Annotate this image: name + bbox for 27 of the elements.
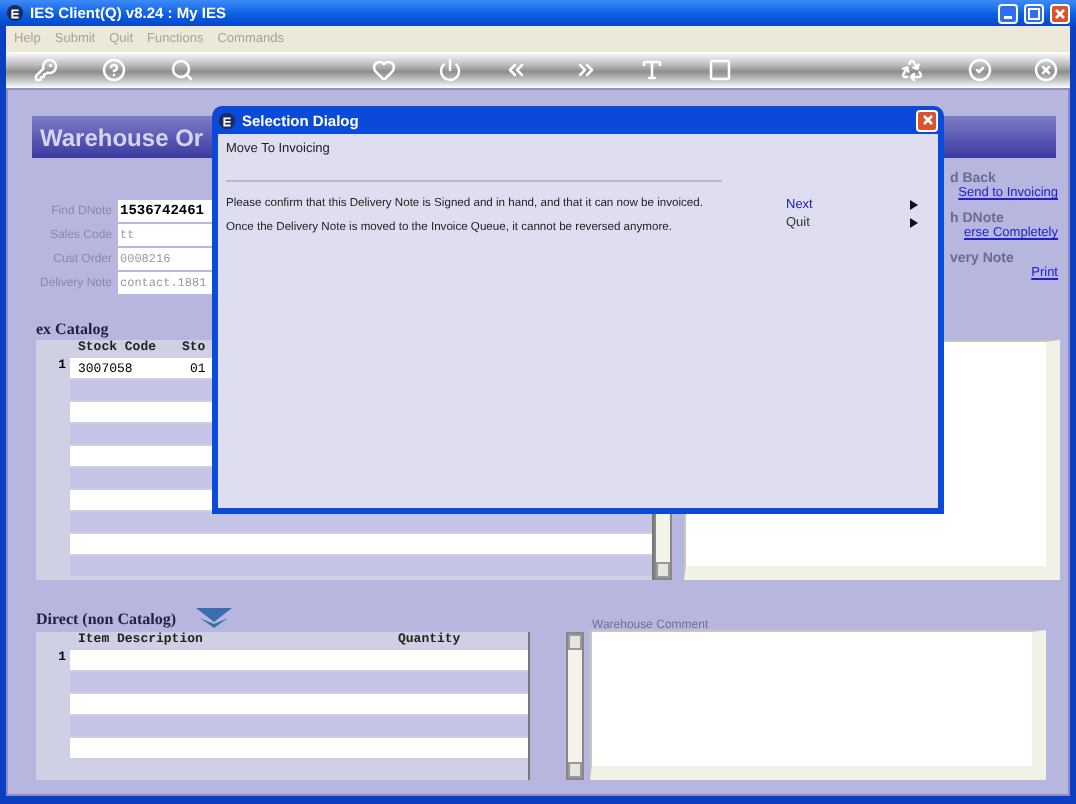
comment-field[interactable]	[590, 630, 1046, 780]
close-icon	[1054, 7, 1066, 19]
search-icon[interactable]	[170, 58, 194, 82]
section-title: ex Catalog	[36, 320, 109, 338]
text-icon[interactable]	[640, 58, 664, 82]
double-chevron-left-icon[interactable]	[504, 58, 528, 82]
help-icon[interactable]	[102, 58, 126, 82]
close-icon[interactable]	[1034, 58, 1058, 82]
app-icon	[218, 111, 236, 129]
close-button[interactable]	[1050, 3, 1070, 23]
key-icon[interactable]	[34, 58, 58, 82]
maximize-button[interactable]	[1024, 3, 1044, 23]
app-icon	[6, 4, 24, 22]
check-icon[interactable]	[968, 58, 992, 82]
minimize-button[interactable]	[998, 3, 1018, 23]
double-chevron-right-icon[interactable]	[574, 58, 598, 82]
close-button[interactable]	[916, 109, 938, 131]
heart-icon[interactable]	[372, 58, 396, 82]
maximize-icon	[1028, 7, 1040, 19]
chevron-down-icon	[196, 608, 233, 628]
close-icon	[921, 114, 933, 126]
power-icon[interactable]	[438, 58, 462, 82]
square-icon[interactable]	[708, 58, 732, 82]
panel-title: Warehouse Or	[40, 123, 204, 151]
scrollbar[interactable]	[566, 632, 584, 780]
section-title: Direct (non Catalog)	[36, 610, 177, 628]
recycle-icon[interactable]	[900, 58, 924, 82]
